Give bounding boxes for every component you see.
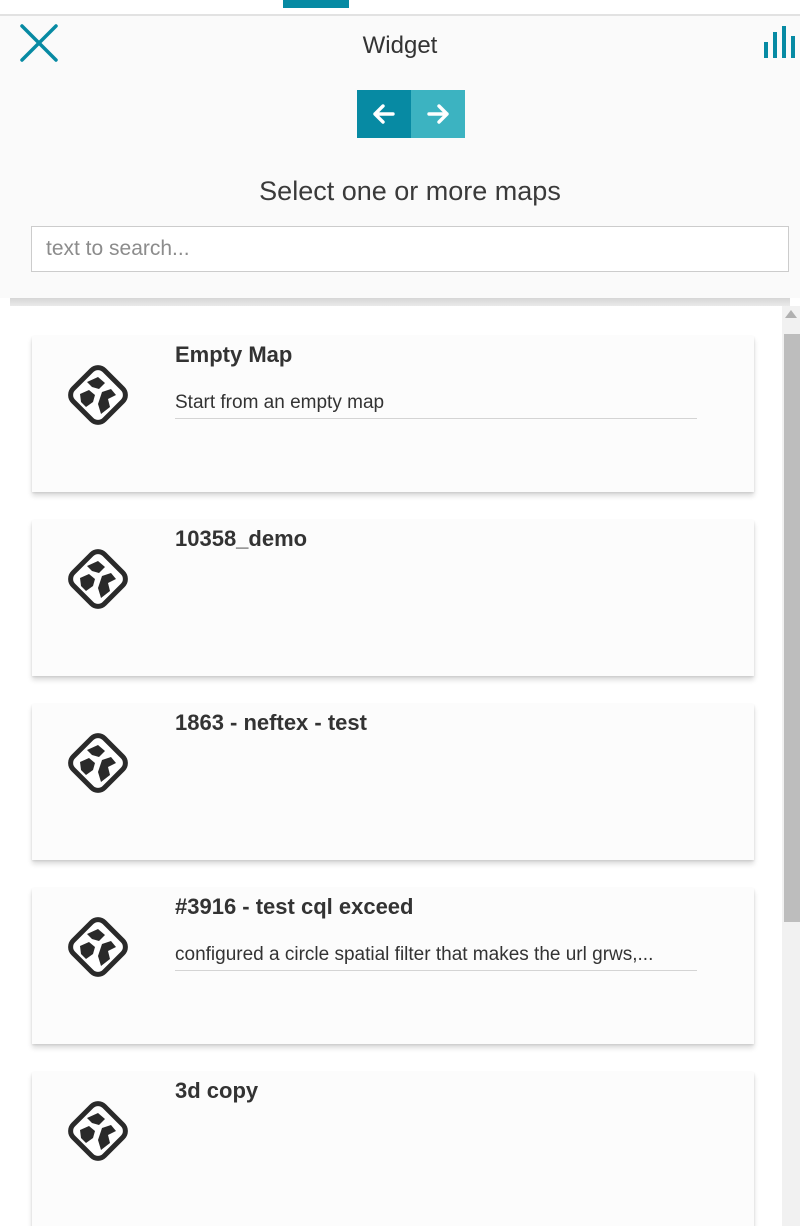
bar-chart-icon: [764, 26, 795, 58]
map-title: 3d copy: [175, 1078, 259, 1103]
chart-button[interactable]: [760, 22, 800, 62]
top-strip: [0, 0, 800, 16]
top-tab-indicator: [283, 0, 349, 8]
scroll-up-arrow-icon[interactable]: [785, 310, 797, 318]
search-input[interactable]: [31, 226, 789, 272]
map-icon: [68, 365, 128, 425]
widget-header: Widget Select one or more maps: [0, 16, 800, 298]
next-step-button[interactable]: [411, 90, 465, 138]
map-title: Empty Map: [175, 342, 293, 367]
map-card-10358-demo[interactable]: 10358_demo: [32, 520, 754, 676]
map-icon: [68, 917, 128, 977]
map-description: configured a circle spatial filter that …: [175, 942, 697, 971]
list-scrollbar[interactable]: [782, 306, 800, 1226]
scroll-thumb[interactable]: [784, 334, 800, 922]
map-title: 10358_demo: [175, 526, 308, 551]
map-icon: [68, 549, 128, 609]
map-card-empty-map[interactable]: Empty Map Start from an empty map: [32, 336, 754, 492]
map-icon: [68, 733, 128, 793]
map-icon: [68, 1101, 128, 1161]
page-title: Widget: [362, 32, 438, 59]
map-title: #3916 - test cql exceed: [175, 894, 414, 919]
arrow-left-icon: [373, 104, 395, 124]
arrow-right-icon: [427, 104, 449, 124]
step-navigation: [357, 90, 465, 138]
map-card-3d-copy[interactable]: 3d copy: [32, 1072, 754, 1226]
map-list: Empty Map Start from an empty map 10358_…: [10, 306, 782, 1226]
map-description: Start from an empty map: [175, 390, 697, 419]
map-card-3916-test-cql-exceed[interactable]: #3916 - test cql exceed configured a cir…: [32, 888, 754, 1044]
section-title: Select one or more maps: [259, 176, 561, 206]
map-card-1863-neftex-test[interactable]: 1863 - neftex - test: [32, 704, 754, 860]
map-title: 1863 - neftex - test: [175, 710, 367, 735]
previous-step-button[interactable]: [357, 90, 411, 138]
